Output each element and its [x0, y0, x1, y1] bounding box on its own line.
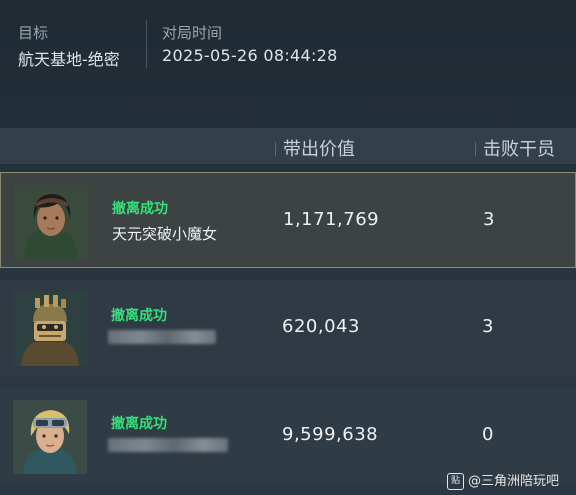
redacted-player-name	[108, 438, 228, 452]
operator-avatar	[13, 292, 87, 366]
redacted-player-name	[108, 330, 216, 344]
extract-status: 撤离成功	[112, 201, 168, 217]
player-row[interactable]: 撤离成功 天元突破小魔女 1,171,769 3	[0, 172, 576, 268]
header-divider	[146, 20, 147, 68]
watermark-text: @三角洲陪玩吧	[468, 474, 560, 489]
match-time-label: 对局时间	[162, 24, 223, 42]
extract-value: 9,599,638	[282, 424, 379, 445]
column-separator	[275, 142, 276, 156]
column-header-kills: 击败干员	[483, 139, 555, 160]
column-header-value: 带出价值	[283, 139, 355, 160]
column-separator	[475, 142, 476, 156]
extract-status: 撤离成功	[111, 416, 167, 432]
target-label: 目标	[18, 24, 49, 42]
watermark: 贴 @三角洲陪玩吧	[447, 470, 559, 490]
operator-avatar	[14, 185, 88, 259]
extract-value: 620,043	[282, 316, 360, 337]
tieba-icon: 贴	[447, 473, 464, 490]
kill-count: 0	[482, 424, 494, 445]
kill-count: 3	[483, 209, 495, 230]
player-name: 天元突破小魔女	[112, 225, 218, 243]
extract-status: 撤离成功	[111, 308, 167, 324]
kill-count: 3	[482, 316, 494, 337]
target-value: 航天基地-绝密	[18, 50, 120, 69]
match-time-value: 2025-05-26 08:44:28	[162, 46, 338, 65]
extract-value: 1,171,769	[283, 209, 380, 230]
player-row[interactable]: 撤离成功 620,043 3	[0, 280, 576, 376]
operator-avatar	[13, 400, 87, 474]
